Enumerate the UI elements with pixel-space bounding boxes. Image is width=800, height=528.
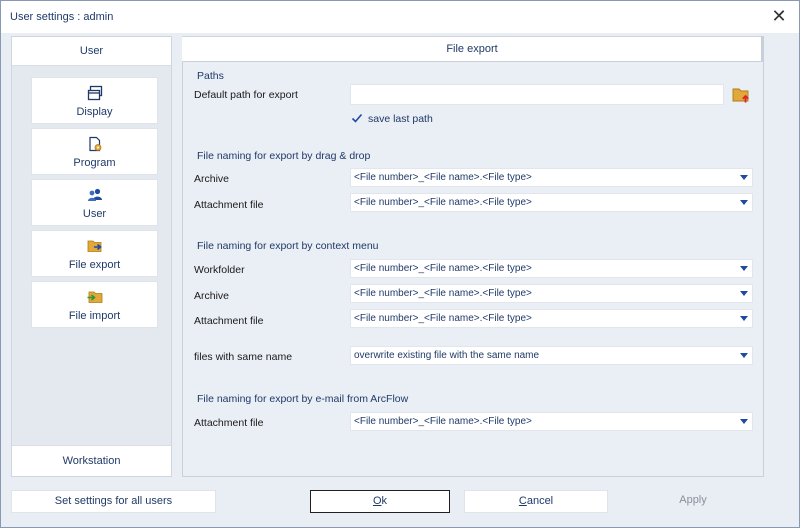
- nav-item-file-import[interactable]: File import: [31, 281, 158, 328]
- select-value: overwrite existing file with the same na…: [354, 350, 540, 361]
- section-title-email: File naming for export by e-mail from Ar…: [197, 393, 409, 405]
- cancel-button-label: ancel: [526, 495, 554, 507]
- chevron-down-icon: [740, 353, 748, 358]
- cancel-button[interactable]: Cancel: [464, 490, 608, 513]
- email-attachment-select[interactable]: <File number>_<File name>.<File type>: [350, 412, 753, 431]
- cancel-button-mnemonic: C: [518, 495, 527, 507]
- chevron-down-icon: [740, 419, 748, 424]
- select-value: <File number>_<File name>.<File type>: [354, 263, 532, 274]
- chevron-down-icon: [740, 316, 748, 321]
- tab-user[interactable]: User: [12, 37, 171, 66]
- context-attachment-label: Attachment file: [194, 315, 264, 327]
- select-value: <File number>_<File name>.<File type>: [354, 313, 532, 324]
- chevron-down-icon: [740, 266, 748, 271]
- select-value: <File number>_<File name>.<File type>: [354, 172, 532, 183]
- select-value: <File number>_<File name>.<File type>: [354, 197, 532, 208]
- save-last-path-label: save last path: [368, 113, 433, 125]
- select-value: <File number>_<File name>.<File type>: [354, 416, 532, 427]
- chevron-down-icon: [740, 291, 748, 296]
- context-workfolder-select[interactable]: <File number>_<File name>.<File type>: [350, 259, 753, 278]
- nav-item-label: Display: [76, 106, 113, 118]
- default-path-label: Default path for export: [194, 89, 298, 101]
- header-divider: [761, 36, 764, 61]
- context-workfolder-label: Workfolder: [194, 264, 245, 276]
- window-title: User settings : admin: [10, 11, 114, 23]
- nav-item-label: File import: [68, 310, 121, 322]
- chevron-down-icon: [740, 200, 748, 205]
- apply-button[interactable]: Apply: [623, 490, 763, 513]
- folder-import-icon: [87, 291, 103, 303]
- section-title-paths: Paths: [197, 70, 224, 82]
- tab-workstation[interactable]: Workstation: [12, 445, 171, 476]
- set-all-users-button[interactable]: Set settings for all users: [11, 490, 216, 513]
- same-name-label: files with same name: [194, 351, 293, 363]
- chevron-down-icon: [740, 175, 748, 180]
- nav-item-label: User: [82, 208, 107, 220]
- ok-button-label: k: [381, 495, 388, 507]
- default-path-input[interactable]: [350, 84, 724, 105]
- nav-item-label: Program: [73, 157, 116, 169]
- section-title-drag-drop: File naming for export by drag & drop: [197, 150, 371, 162]
- save-last-path-checkbox[interactable]: [351, 112, 363, 124]
- left-nav-panel: User Display Program User File export Fi…: [11, 36, 172, 477]
- title-bar: User settings : admin ✕: [1, 1, 799, 33]
- select-value: <File number>_<File name>.<File type>: [354, 288, 532, 299]
- context-attachment-select[interactable]: <File number>_<File name>.<File type>: [350, 309, 753, 328]
- folder-open-icon[interactable]: [731, 85, 752, 105]
- folder-export-icon: [87, 240, 102, 252]
- drag-drop-archive-label: Archive: [194, 173, 230, 185]
- settings-window: User settings : admin ✕ User Display Pro…: [0, 0, 800, 528]
- drag-drop-attachment-label: Attachment file: [194, 199, 264, 211]
- email-attachment-label: Attachment file: [194, 417, 264, 429]
- document-gear-icon: [89, 136, 102, 152]
- drag-drop-archive-select[interactable]: <File number>_<File name>.<File type>: [350, 168, 753, 187]
- section-title-context-menu: File naming for export by context menu: [197, 240, 379, 252]
- nav-item-display[interactable]: Display: [31, 77, 158, 124]
- nav-item-file-export[interactable]: File export: [31, 230, 158, 277]
- nav-item-user[interactable]: User: [31, 179, 158, 226]
- same-name-select[interactable]: overwrite existing file with the same na…: [350, 346, 753, 365]
- ok-button-mnemonic: O: [372, 495, 382, 507]
- ok-button[interactable]: Ok: [310, 490, 450, 513]
- context-archive-select[interactable]: <File number>_<File name>.<File type>: [350, 284, 753, 303]
- page-title: File export: [182, 36, 762, 61]
- nav-item-program[interactable]: Program: [31, 128, 158, 175]
- context-archive-label: Archive: [194, 290, 230, 302]
- close-icon[interactable]: ✕: [763, 3, 795, 29]
- window-icon: [87, 85, 103, 101]
- drag-drop-attachment-select[interactable]: <File number>_<File name>.<File type>: [350, 193, 753, 212]
- nav-item-label: File export: [68, 259, 121, 271]
- users-icon: [88, 188, 102, 201]
